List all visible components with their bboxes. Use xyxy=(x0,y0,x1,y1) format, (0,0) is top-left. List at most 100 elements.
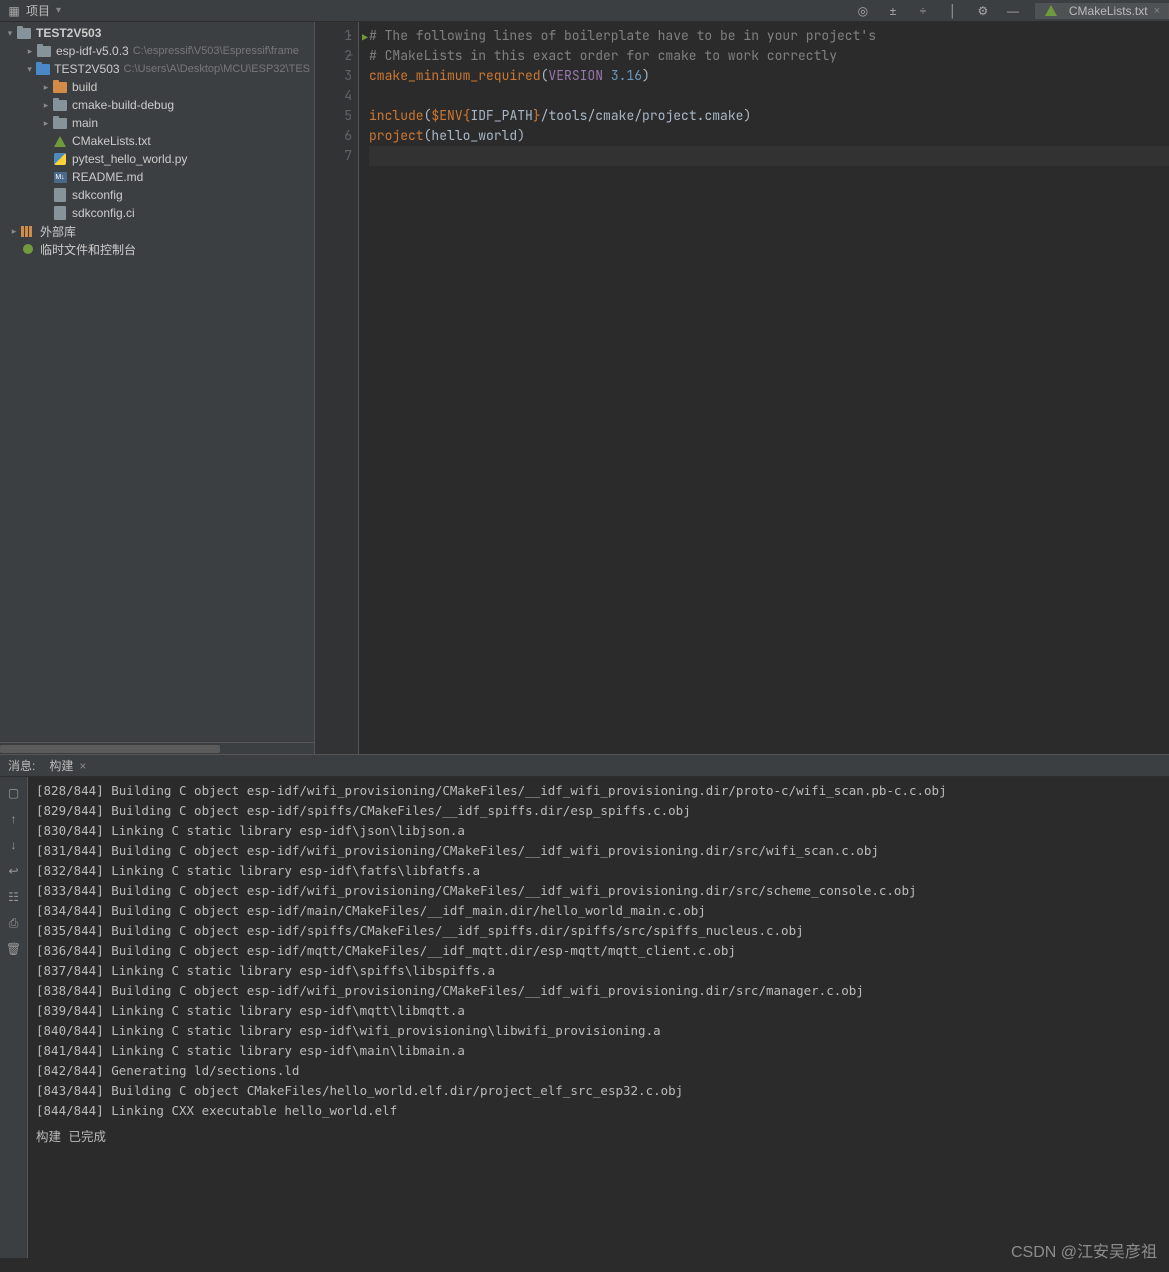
tree-item[interactable]: ▸ cmake-build-debug xyxy=(0,96,314,114)
tree-item-label: sdkconfig.ci xyxy=(72,206,135,220)
tree-root-label: TEST2V503 xyxy=(36,26,101,40)
tree-item[interactable]: pytest_hello_world.py xyxy=(0,150,314,168)
output-line: [832/844] Linking C static library esp-i… xyxy=(36,861,1161,881)
tree-item[interactable]: M↓ README.md xyxy=(0,168,314,186)
project-tree[interactable]: ▾ TEST2V503 ▸ esp-idf-v5.0.3 C:\espressif\… xyxy=(0,22,314,260)
code-line[interactable]: # The following lines of boilerplate hav… xyxy=(369,26,1169,46)
trash-icon[interactable]: 🗑 xyxy=(6,941,22,957)
collapse-icon[interactable]: │ xyxy=(945,3,961,19)
messages-gutter: ▢ ↑ ↓ ↩ ☷ ⎙ 🗑 xyxy=(0,777,28,1258)
folder-blue-icon xyxy=(35,61,50,77)
stop-icon[interactable]: ▢ xyxy=(6,785,22,801)
down-icon[interactable]: ↓ xyxy=(6,837,22,853)
folder-orange-icon xyxy=(52,79,68,95)
code-line[interactable]: cmake_minimum_required(VERSION 3.16) xyxy=(369,66,1169,86)
cmake-icon xyxy=(52,133,68,149)
lib-icon xyxy=(20,223,36,239)
tree-item-label: pytest_hello_world.py xyxy=(72,152,187,166)
editor-gutter: 1▸▶2⌐34567 xyxy=(315,22,359,754)
folder-icon xyxy=(52,97,68,113)
hide-icon[interactable]: — xyxy=(1005,3,1021,19)
output-line: [834/844] Building C object esp-idf/main… xyxy=(36,901,1161,921)
output-line: [828/844] Building C object esp-idf/wifi… xyxy=(36,781,1161,801)
md-icon: M↓ xyxy=(52,169,68,185)
tree-item[interactable]: ▸外部库 xyxy=(0,222,314,240)
code-line[interactable]: include($ENV{IDF_PATH}/tools/cmake/proje… xyxy=(369,106,1169,126)
output-line: [841/844] Linking C static library esp-i… xyxy=(36,1041,1161,1061)
chevron-down-icon[interactable]: ▾ xyxy=(4,28,16,39)
chevron-icon[interactable]: ▾ xyxy=(24,64,35,75)
tree-item-label: sdkconfig xyxy=(72,188,123,202)
output-line: [833/844] Building C object esp-idf/wifi… xyxy=(36,881,1161,901)
wrap-icon[interactable]: ↩ xyxy=(6,863,22,879)
select-icon[interactable]: ± xyxy=(885,3,901,19)
tree-item[interactable]: ▸ main xyxy=(0,114,314,132)
tree-item-label: main xyxy=(72,116,98,130)
build-output[interactable]: [828/844] Building C object esp-idf/wifi… xyxy=(28,777,1169,1258)
tree-item-path: C:\Users\A\Desktop\MCU\ESP32\TES xyxy=(124,63,310,75)
output-line: [837/844] Linking C static library esp-i… xyxy=(36,961,1161,981)
tree-item[interactable]: ▾ TEST2V503 C:\Users\A\Desktop\MCU\ESP32\T… xyxy=(0,60,314,78)
chevron-icon[interactable]: ▸ xyxy=(24,46,36,57)
code-line[interactable]: project(hello_world) xyxy=(369,126,1169,146)
print-icon[interactable]: ⎙ xyxy=(6,915,22,931)
scrollbar-thumb[interactable] xyxy=(0,745,220,753)
folder-icon xyxy=(52,115,68,131)
project-icon: ▦ xyxy=(6,3,22,19)
chevron-icon[interactable]: ▸ xyxy=(40,118,52,129)
editor-code[interactable]: # The following lines of boilerplate hav… xyxy=(359,22,1169,754)
tree-item-label: esp-idf-v5.0.3 xyxy=(56,44,129,58)
dropdown-icon[interactable]: ▾ xyxy=(56,5,61,16)
project-title: 项目 xyxy=(26,2,50,19)
messages-panel: 消息: 构建 × ▢ ↑ ↓ ↩ ☷ ⎙ 🗑 [828/844] Buildin… xyxy=(0,754,1169,1258)
close-icon[interactable]: × xyxy=(79,759,86,773)
tree-item-label: TEST2V503 xyxy=(54,62,119,76)
code-line[interactable] xyxy=(369,86,1169,106)
output-line: [835/844] Building C object esp-idf/spif… xyxy=(36,921,1161,941)
tree-item-label: 临时文件和控制台 xyxy=(40,241,136,258)
project-tool-tab: ▦ 项目 ▾ ◎ ± ÷ │ ⚙ — CMakeLists.txt × xyxy=(0,0,1169,22)
tree-root[interactable]: ▾ TEST2V503 xyxy=(0,24,314,42)
tree-item[interactable]: 临时文件和控制台 xyxy=(0,240,314,258)
messages-tab[interactable]: 构建 × xyxy=(45,757,90,774)
sidebar-scrollbar[interactable] xyxy=(0,742,314,754)
folder-icon xyxy=(36,43,52,59)
green-icon xyxy=(20,241,36,257)
messages-label: 消息: xyxy=(8,757,35,774)
code-line[interactable]: # CMakeLists in this exact order for cma… xyxy=(369,46,1169,66)
close-icon[interactable]: × xyxy=(1154,5,1160,17)
chevron-icon[interactable]: ▸ xyxy=(8,226,20,237)
py-icon xyxy=(52,151,68,167)
up-icon[interactable]: ↑ xyxy=(6,811,22,827)
file-icon xyxy=(52,187,68,203)
tree-item-path: C:\espressif\V503\Espressif\frame xyxy=(133,45,299,57)
tree-item[interactable]: sdkconfig.ci xyxy=(0,204,314,222)
editor-tab-label: CMakeLists.txt xyxy=(1069,4,1148,18)
chevron-icon[interactable]: ▸ xyxy=(40,100,52,111)
expand-icon[interactable]: ÷ xyxy=(915,3,931,19)
tree-item[interactable]: ▸ build xyxy=(0,78,314,96)
tree-item[interactable]: ▸ esp-idf-v5.0.3 C:\espressif\V503\Espress… xyxy=(0,42,314,60)
editor-tab[interactable]: CMakeLists.txt × xyxy=(1035,3,1169,19)
tree-item-label: build xyxy=(72,80,97,94)
tree-icon[interactable]: ☷ xyxy=(6,889,22,905)
editor-body[interactable]: 1▸▶2⌐34567 # The following lines of boil… xyxy=(315,22,1169,754)
target-icon[interactable]: ◎ xyxy=(855,3,871,19)
output-line: [839/844] Linking C static library esp-i… xyxy=(36,1001,1161,1021)
output-line: [842/844] Generating ld/sections.ld xyxy=(36,1061,1161,1081)
folder-icon xyxy=(16,25,32,41)
code-line[interactable] xyxy=(369,146,1169,166)
output-line: [830/844] Linking C static library esp-i… xyxy=(36,821,1161,841)
tree-item[interactable]: sdkconfig xyxy=(0,186,314,204)
output-line: [840/844] Linking C static library esp-i… xyxy=(36,1021,1161,1041)
output-line: [843/844] Building C object CMakeFiles/h… xyxy=(36,1081,1161,1101)
file-icon xyxy=(52,205,68,221)
chevron-icon[interactable]: ▸ xyxy=(40,82,52,93)
tree-item-label: cmake-build-debug xyxy=(72,98,174,112)
tree-item[interactable]: CMakeLists.txt xyxy=(0,132,314,150)
output-line: [829/844] Building C object esp-idf/spif… xyxy=(36,801,1161,821)
gear-icon[interactable]: ⚙ xyxy=(975,3,991,19)
output-line: [844/844] Linking CXX executable hello_w… xyxy=(36,1101,1161,1121)
output-line: [838/844] Building C object esp-idf/wifi… xyxy=(36,981,1161,1001)
tree-item-label: README.md xyxy=(72,170,143,184)
